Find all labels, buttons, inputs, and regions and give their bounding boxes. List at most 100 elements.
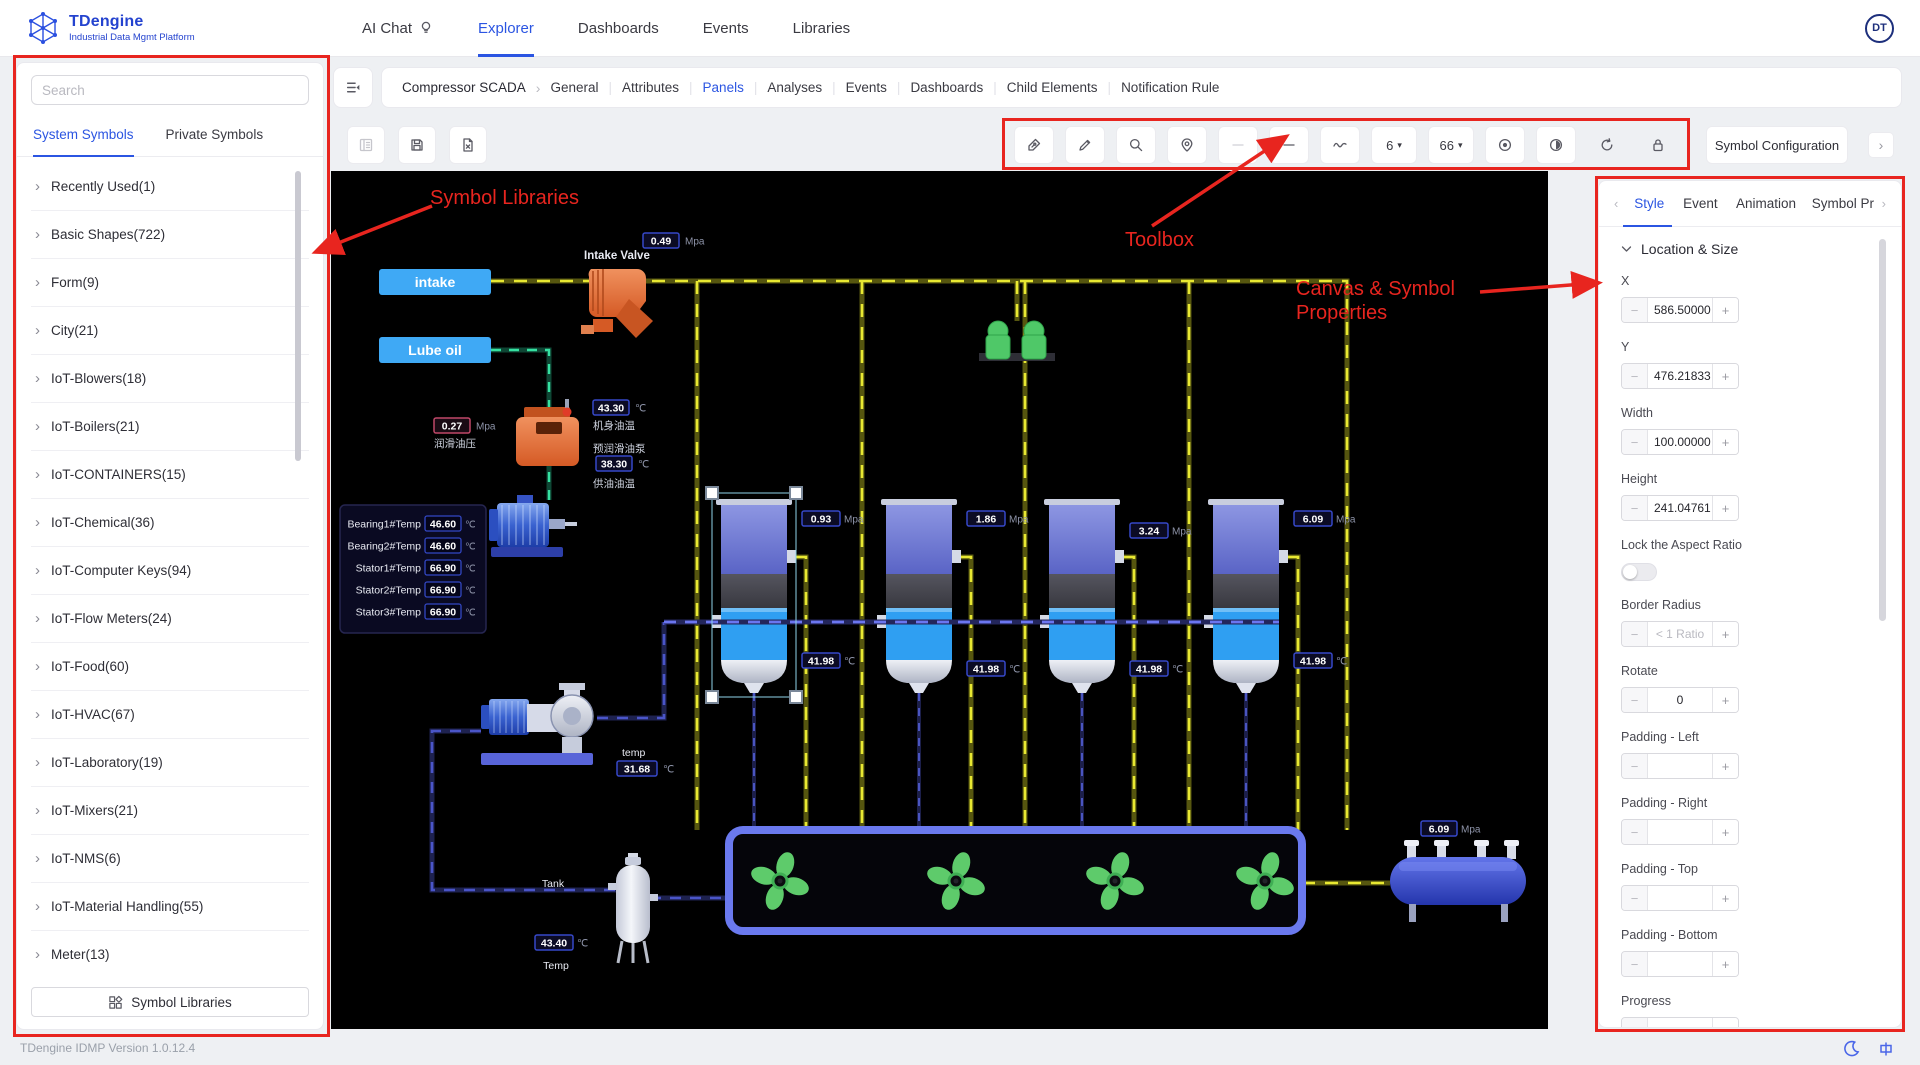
lock-aspect-ratio-toggle[interactable] [1621,563,1657,581]
nav-ai-chat[interactable]: AI Chat [362,0,434,57]
tab-system-symbols[interactable]: System Symbols [33,113,134,157]
toolbar-save-button[interactable] [398,126,436,164]
breadcrumb-root[interactable]: Compressor SCADA [402,80,526,95]
toolbar-location-button[interactable] [1167,126,1207,164]
minus-icon[interactable]: − [1622,754,1648,778]
padding-right-value[interactable] [1648,820,1712,844]
toolbar-line-button[interactable] [1269,126,1309,164]
minus-icon[interactable]: − [1622,952,1648,976]
expand-panel-button[interactable]: › [1868,132,1894,158]
compressor-vessel-1[interactable] [712,499,796,693]
toolbar-line-thin-button[interactable] [1218,126,1258,164]
nav-events[interactable]: Events [703,0,749,57]
manifold-tank-symbol[interactable] [1390,840,1526,922]
sidebar-item-iot-blowers[interactable]: ›IoT-Blowers(18) [31,355,309,403]
bearing-temp-panel[interactable]: Bearing1#Temp Bearing2#Temp Stator1#Temp… [340,505,486,633]
tab-private-symbols[interactable]: Private Symbols [166,113,264,157]
progress-value[interactable] [1648,1018,1712,1028]
green-valve-symbol[interactable] [979,321,1055,361]
height-value[interactable]: 241.04761 [1648,496,1712,520]
motor-symbol[interactable] [489,495,577,557]
plus-icon[interactable]: + [1712,1018,1738,1028]
toolbar-record-dot-filled-button[interactable] [1536,126,1576,164]
width-value[interactable]: 100.00000 [1648,430,1712,454]
sidebar-item-iot-material-handling[interactable]: ›IoT-Material Handling(55) [31,883,309,931]
collapse-tree-button[interactable] [333,67,373,108]
minus-icon[interactable]: − [1622,298,1648,322]
toolbar-pencil-button[interactable] [1065,126,1105,164]
sidebar-item-iot-food[interactable]: ›IoT-Food(60) [31,643,309,691]
border-radius-value[interactable]: < 1 Ratio [1648,622,1712,646]
symbol-libraries-button[interactable]: Symbol Libraries [31,987,309,1017]
scada-canvas[interactable]: intake Lube oil Intake Valve 0.49 Mpa 0.… [331,171,1548,1029]
pump-symbol[interactable] [481,683,593,765]
toolbar-record-dot-button[interactable] [1485,126,1525,164]
toolbar-pen-button[interactable] [1014,126,1054,164]
plus-icon[interactable]: + [1712,886,1738,910]
compressor-vessel-4[interactable] [1204,499,1288,693]
padding-left-value[interactable] [1648,754,1712,778]
minus-icon[interactable]: − [1622,688,1648,712]
sidebar-item-iot-hvac[interactable]: ›IoT-HVAC(67) [31,691,309,739]
minus-icon[interactable]: − [1622,364,1648,388]
nav-dashboards[interactable]: Dashboards [578,0,659,57]
lube-oil-pump-symbol[interactable] [516,399,579,466]
sidebar-item-iot-containers[interactable]: ›IoT-CONTAINERS(15) [31,451,309,499]
plus-icon[interactable]: + [1712,952,1738,976]
padding-bottom-value[interactable] [1648,952,1712,976]
nav-libraries[interactable]: Libraries [793,0,851,57]
minus-icon[interactable]: − [1622,622,1648,646]
intake-label[interactable]: intake [379,269,491,295]
chevron-left-icon[interactable]: ‹ [1609,196,1623,211]
minus-icon[interactable]: − [1622,496,1648,520]
intake-valve-symbol[interactable] [581,269,653,338]
sidebar-item-recently-used[interactable]: ›Recently Used(1) [31,163,309,211]
toolbar-wave-button[interactable] [1320,126,1360,164]
plus-icon[interactable]: + [1712,364,1738,388]
minus-icon[interactable]: − [1622,820,1648,844]
plus-icon[interactable]: + [1712,622,1738,646]
plus-icon[interactable]: + [1712,820,1738,844]
minus-icon[interactable]: − [1622,1018,1648,1028]
padding-top-value[interactable] [1648,886,1712,910]
toolbar-refresh-button[interactable] [1587,126,1627,164]
toolbar-size-dropdown[interactable]: 66 ▾ [1428,126,1474,164]
tab-event[interactable]: Event [1672,181,1725,227]
sidebar-item-form[interactable]: ›Form(9) [31,259,309,307]
y-value[interactable]: 476.21833 [1648,364,1712,388]
location-size-section[interactable]: Location & Size [1621,241,1879,257]
sidebar-item-iot-boilers[interactable]: ›IoT-Boilers(21) [31,403,309,451]
properties-scrollbar[interactable] [1879,239,1886,621]
sidebar-item-city[interactable]: ›City(21) [31,307,309,355]
lube-oil-label[interactable]: Lube oil [379,337,491,363]
sidebar-item-iot-nms[interactable]: ›IoT-NMS(6) [31,835,309,883]
sidebar-item-iot-laboratory[interactable]: ›IoT-Laboratory(19) [31,739,309,787]
chevron-right-icon[interactable]: › [1877,196,1891,211]
sidebar-item-meter[interactable]: ›Meter(13) [31,931,309,977]
sidebar-item-iot-computer-keys[interactable]: ›IoT-Computer Keys(94) [31,547,309,595]
tab-child-elements[interactable]: Child Elements [1007,80,1098,95]
tab-style[interactable]: Style [1623,181,1672,227]
tab-dashboards[interactable]: Dashboards [910,80,983,95]
search-input[interactable] [31,75,309,105]
toolbar-search-button[interactable] [1116,126,1156,164]
language-icon[interactable] [1878,1041,1894,1057]
plus-icon[interactable]: + [1712,298,1738,322]
toolbar-clear-button[interactable] [449,126,487,164]
tab-notification-rule[interactable]: Notification Rule [1121,80,1219,95]
plus-icon[interactable]: + [1712,688,1738,712]
cooler-fans-symbol[interactable] [729,830,1302,931]
brand[interactable]: TDengine Industrial Data Mgmt Platform [26,11,326,45]
tab-analyses[interactable]: Analyses [767,80,822,95]
user-avatar[interactable]: DT [1865,14,1894,43]
compressor-vessel-2[interactable] [877,499,961,693]
plus-icon[interactable]: + [1712,430,1738,454]
plus-icon[interactable]: + [1712,754,1738,778]
sidebar-scrollbar[interactable] [295,171,301,461]
tab-events[interactable]: Events [846,80,887,95]
plus-icon[interactable]: + [1712,496,1738,520]
tab-animation[interactable]: Animation [1725,181,1801,227]
tab-attributes[interactable]: Attributes [622,80,679,95]
sidebar-item-iot-mixers[interactable]: ›IoT-Mixers(21) [31,787,309,835]
toolbar-outline-button[interactable] [347,126,385,164]
